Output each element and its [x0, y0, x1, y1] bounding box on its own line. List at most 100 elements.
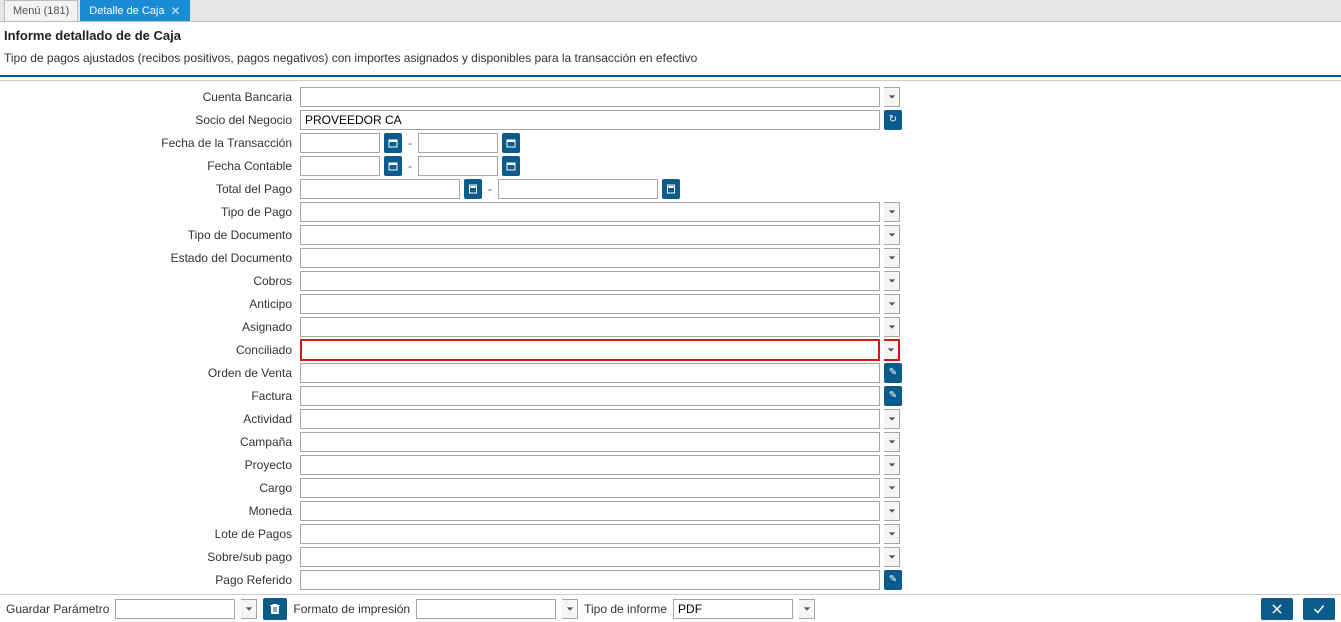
- input-formato-impresion[interactable]: [416, 599, 556, 619]
- lookup-orden-venta-icon[interactable]: ✎: [884, 363, 902, 383]
- label-factura: Factura: [0, 389, 300, 403]
- label-fecha-transaccion: Fecha de la Transacción: [0, 136, 300, 150]
- dropdown-guardar-parametro[interactable]: [241, 599, 257, 619]
- row-socio-negocio: Socio del Negocio ↻: [0, 108, 1341, 131]
- label-total-pago: Total del Pago: [0, 182, 300, 196]
- input-fecha-contable-to[interactable]: [418, 156, 498, 176]
- calendar-fecha-contable-from-icon[interactable]: [384, 156, 402, 176]
- label-actividad: Actividad: [0, 412, 300, 426]
- input-tipo-informe[interactable]: [673, 599, 793, 619]
- input-actividad[interactable]: [300, 409, 880, 429]
- row-cobros: Cobros: [0, 269, 1341, 292]
- input-sobre-sub-pago[interactable]: [300, 547, 880, 567]
- reload-socio-negocio-icon[interactable]: ↻: [884, 110, 902, 130]
- label-socio-negocio: Socio del Negocio: [0, 113, 300, 127]
- tab-bar: Menú (181) Detalle de Caja: [0, 0, 1341, 22]
- calculator-total-pago-to-icon[interactable]: [662, 179, 680, 199]
- input-conciliado[interactable]: [300, 339, 880, 361]
- dropdown-lote-pagos[interactable]: [884, 524, 900, 544]
- row-asignado: Asignado: [0, 315, 1341, 338]
- label-formato-impresion: Formato de impresión: [293, 602, 410, 616]
- label-tipo-informe: Tipo de informe: [584, 602, 667, 616]
- dropdown-actividad[interactable]: [884, 409, 900, 429]
- input-anticipo[interactable]: [300, 294, 880, 314]
- row-anticipo: Anticipo: [0, 292, 1341, 315]
- input-orden-venta[interactable]: [300, 363, 880, 383]
- input-socio-negocio[interactable]: [300, 110, 880, 130]
- dropdown-sobre-sub-pago[interactable]: [884, 547, 900, 567]
- close-icon: [1270, 602, 1284, 616]
- input-proyecto[interactable]: [300, 455, 880, 475]
- range-dash: -: [406, 136, 414, 150]
- close-tab-icon[interactable]: [170, 4, 180, 18]
- input-factura[interactable]: [300, 386, 880, 406]
- dropdown-asignado[interactable]: [884, 317, 900, 337]
- dropdown-cuenta-bancaria[interactable]: [884, 87, 900, 107]
- calendar-fecha-contable-to-icon[interactable]: [502, 156, 520, 176]
- lookup-pago-referido-icon[interactable]: ✎: [884, 570, 902, 590]
- input-lote-pagos[interactable]: [300, 524, 880, 544]
- row-estado-documento: Estado del Documento: [0, 246, 1341, 269]
- row-fecha-transaccion: Fecha de la Transacción -: [0, 131, 1341, 154]
- confirm-button[interactable]: [1303, 598, 1335, 620]
- tab-menu[interactable]: Menú (181): [4, 0, 78, 21]
- label-orden-venta: Orden de Venta: [0, 366, 300, 380]
- input-total-pago-to[interactable]: [498, 179, 658, 199]
- row-lote-pagos: Lote de Pagos: [0, 522, 1341, 545]
- dropdown-moneda[interactable]: [884, 501, 900, 521]
- lookup-factura-icon[interactable]: ✎: [884, 386, 902, 406]
- input-moneda[interactable]: [300, 501, 880, 521]
- label-pago-referido: Pago Referido: [0, 573, 300, 587]
- input-total-pago-from[interactable]: [300, 179, 460, 199]
- tab-detalle-caja[interactable]: Detalle de Caja: [80, 0, 189, 21]
- input-estado-documento[interactable]: [300, 248, 880, 268]
- input-tipo-pago[interactable]: [300, 202, 880, 222]
- input-tipo-documento[interactable]: [300, 225, 880, 245]
- input-pago-referido[interactable]: [300, 570, 880, 590]
- dropdown-campana[interactable]: [884, 432, 900, 452]
- label-cuenta-bancaria: Cuenta Bancaria: [0, 90, 300, 104]
- label-tipo-documento: Tipo de Documento: [0, 228, 300, 242]
- label-proyecto: Proyecto: [0, 458, 300, 472]
- tab-detalle-caja-label: Detalle de Caja: [89, 5, 164, 17]
- input-fecha-contable-from[interactable]: [300, 156, 380, 176]
- calendar-fecha-transaccion-from-icon[interactable]: [384, 133, 402, 153]
- input-guardar-parametro[interactable]: [115, 599, 235, 619]
- cancel-button[interactable]: [1261, 598, 1293, 620]
- row-fecha-contable: Fecha Contable -: [0, 154, 1341, 177]
- label-moneda: Moneda: [0, 504, 300, 518]
- row-pago-referido: Pago Referido ✎: [0, 568, 1341, 591]
- dropdown-cobros[interactable]: [884, 271, 900, 291]
- dropdown-cargo[interactable]: [884, 478, 900, 498]
- dropdown-tipo-pago[interactable]: [884, 202, 900, 222]
- input-cobros[interactable]: [300, 271, 880, 291]
- dropdown-formato-impresion[interactable]: [562, 599, 578, 619]
- dropdown-proyecto[interactable]: [884, 455, 900, 475]
- dropdown-conciliado[interactable]: [884, 339, 900, 361]
- input-asignado[interactable]: [300, 317, 880, 337]
- page-subtitle: Tipo de pagos ajustados (recibos positiv…: [4, 51, 1337, 65]
- label-asignado: Asignado: [0, 320, 300, 334]
- input-cuenta-bancaria[interactable]: [300, 87, 880, 107]
- range-dash: -: [406, 159, 414, 173]
- dropdown-tipo-informe[interactable]: [799, 599, 815, 619]
- calendar-fecha-transaccion-to-icon[interactable]: [502, 133, 520, 153]
- label-tipo-pago: Tipo de Pago: [0, 205, 300, 219]
- delete-parametro-button[interactable]: [263, 598, 287, 620]
- row-total-pago: Total del Pago -: [0, 177, 1341, 200]
- row-campana: Campaña: [0, 430, 1341, 453]
- input-fecha-transaccion-from[interactable]: [300, 133, 380, 153]
- dropdown-anticipo[interactable]: [884, 294, 900, 314]
- label-fecha-contable: Fecha Contable: [0, 159, 300, 173]
- calculator-total-pago-from-icon[interactable]: [464, 179, 482, 199]
- label-estado-documento: Estado del Documento: [0, 251, 300, 265]
- input-cargo[interactable]: [300, 478, 880, 498]
- row-partial: [0, 591, 1341, 592]
- dropdown-tipo-documento[interactable]: [884, 225, 900, 245]
- input-campana[interactable]: [300, 432, 880, 452]
- row-proyecto: Proyecto: [0, 453, 1341, 476]
- label-cargo: Cargo: [0, 481, 300, 495]
- input-fecha-transaccion-to[interactable]: [418, 133, 498, 153]
- dropdown-estado-documento[interactable]: [884, 248, 900, 268]
- row-moneda: Moneda: [0, 499, 1341, 522]
